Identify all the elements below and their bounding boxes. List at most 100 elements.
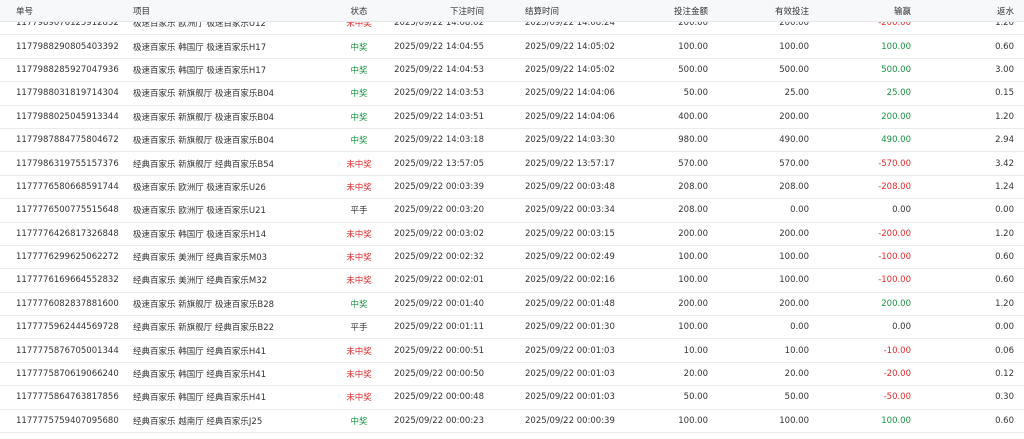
status-cell: 平手 [350, 323, 368, 334]
winloss-cell: 200.00 [881, 298, 911, 309]
table-row[interactable]: 1177776500775515648 极速百家乐 欧洲厅 极速百家乐U21 平手 2… [0, 199, 1024, 223]
winloss-cell: -570.00 [878, 158, 911, 169]
game-item-cell: 极速百家乐 韩国厅 极速百家乐H17 [133, 42, 267, 53]
winloss-cell: 25.00 [886, 88, 911, 99]
table-row[interactable]: 1177775876705001344 经典百家乐 韩国厅 经典百家乐H41 未中奖… [0, 339, 1024, 363]
winloss-cell: -100.00 [878, 252, 911, 263]
bet-amount-cell: 100.00 [678, 415, 708, 426]
table-row[interactable]: 1177988285927047936 极速百家乐 韩国厅 极速百家乐H17 中奖 2… [0, 58, 1024, 83]
settle-time-cell: 2025/09/22 00:02:16 [525, 275, 615, 286]
status-cell: 中奖 [350, 42, 368, 53]
order-id-cell: 1177775870619066240 [16, 369, 119, 380]
table-row[interactable]: 1177776580668591744 极速百家乐 欧洲厅 极速百家乐U26 未中奖… [0, 175, 1024, 200]
valid-bet-cell: 20.00 [784, 369, 809, 380]
rebate-cell: 0.06 [995, 345, 1014, 356]
table-row[interactable]: 1177986319755157376 经典百家乐 新旗舰厅 经典百家乐B54 未中… [0, 152, 1024, 176]
header-amount: 投注金额 [673, 6, 708, 17]
bet-amount-cell: 208.00 [678, 205, 708, 216]
table-row[interactable]: 1177776426817326848 极速百家乐 韩国厅 极速百家乐H14 未中奖… [0, 222, 1024, 246]
game-item-cell: 经典百家乐 美洲厅 经典百家乐M03 [133, 253, 268, 264]
status-cell: 未中奖 [346, 159, 372, 170]
table-row[interactable]: 1177776169664552832 经典百家乐 美洲厅 经典百家乐M32 未中奖… [0, 269, 1024, 293]
rebate-cell: 0.30 [995, 392, 1014, 403]
table-row[interactable]: 1177775870619066240 经典百家乐 韩国厅 经典百家乐H41 未中奖… [0, 362, 1024, 387]
table-row[interactable]: 1177988031819714304 极速百家乐 新旗舰厅 极速百家乐B04 中奖… [0, 82, 1024, 106]
game-item-cell: 极速百家乐 新旗舰厅 极速百家乐B04 [133, 136, 275, 147]
valid-bet-cell: 0.00 [790, 205, 809, 216]
bet-amount-cell: 50.00 [683, 88, 708, 99]
settle-time-cell: 2025/09/22 00:01:30 [525, 322, 615, 333]
table-row[interactable]: 1177776082837881600 极速百家乐 新旗舰厅 极速百家乐B28 中奖… [0, 292, 1024, 317]
order-id-cell: 1177776082837881600 [16, 298, 119, 309]
bet-time-cell: 2025/09/22 14:04:53 [394, 64, 484, 75]
bet-amount-cell: 50.00 [683, 392, 708, 403]
table-body[interactable]: 1177989076125912832 极速百家乐 欧洲厅 极速百家乐U12 未中奖… [0, 12, 1024, 434]
status-cell: 中奖 [350, 65, 368, 76]
bet-amount-cell: 400.00 [678, 111, 708, 122]
settle-time-cell: 2025/09/22 14:03:30 [525, 135, 615, 146]
table-row[interactable]: 1177775962444569728 经典百家乐 新旗舰厅 经典百家乐B22 平手… [0, 316, 1024, 340]
settle-time-cell: 2025/09/22 00:01:03 [525, 369, 615, 380]
bet-time-cell: 2025/09/22 14:03:18 [394, 135, 484, 146]
game-item-cell: 经典百家乐 韩国厅 经典百家乐H41 [133, 393, 267, 404]
settle-time-cell: 2025/09/22 00:00:39 [525, 415, 615, 426]
table-row[interactable]: 1177988025045913344 极速百家乐 新旗舰厅 极速百家乐B04 中奖… [0, 105, 1024, 129]
header-bet-time: 下注时间 [449, 6, 484, 17]
winloss-cell: -200.00 [878, 228, 911, 239]
status-cell: 未中奖 [346, 346, 372, 357]
status-cell: 未中奖 [346, 182, 372, 193]
valid-bet-cell: 100.00 [779, 415, 809, 426]
valid-bet-cell: 10.00 [784, 345, 809, 356]
header-valid-bet: 有效投注 [774, 6, 809, 17]
status-cell: 未中奖 [346, 229, 372, 240]
order-id-cell: 1177775759407095680 [16, 415, 119, 426]
rebate-cell: 0.60 [995, 252, 1014, 263]
bet-time-cell: 2025/09/22 00:00:51 [394, 345, 484, 356]
game-item-cell: 极速百家乐 欧洲厅 极速百家乐U21 [133, 206, 266, 217]
table-row[interactable]: 1177776299625062272 经典百家乐 美洲厅 经典百家乐M03 未中奖… [0, 245, 1024, 270]
bet-amount-cell: 20.00 [683, 369, 708, 380]
bet-time-cell: 2025/09/22 00:01:40 [394, 298, 484, 309]
bet-time-cell: 2025/09/22 00:03:02 [394, 228, 484, 239]
valid-bet-cell: 200.00 [779, 111, 809, 122]
game-item-cell: 极速百家乐 新旗舰厅 极速百家乐B04 [133, 112, 275, 123]
rebate-cell: 0.60 [995, 275, 1014, 286]
table-row[interactable]: 1177987884775804672 极速百家乐 新旗舰厅 极速百家乐B04 中奖… [0, 128, 1024, 153]
header-id: 单号 [16, 6, 34, 17]
order-id-cell: 1177776580668591744 [16, 181, 119, 192]
settle-time-cell: 2025/09/22 00:01:03 [525, 392, 615, 403]
game-item-cell: 极速百家乐 韩国厅 极速百家乐H17 [133, 65, 267, 76]
order-id-cell: 1177775864763817856 [16, 392, 119, 403]
game-item-cell: 经典百家乐 越南厅 经典百家乐J25 [133, 416, 263, 427]
settle-time-cell: 2025/09/22 14:05:02 [525, 64, 615, 75]
table-row[interactable]: 1177775864763817856 经典百家乐 韩国厅 经典百家乐H41 未中奖… [0, 386, 1024, 410]
valid-bet-cell: 100.00 [779, 41, 809, 52]
table-row[interactable]: 1177988290805403392 极速百家乐 韩国厅 极速百家乐H17 中奖 2… [0, 35, 1024, 59]
bet-amount-cell: 200.00 [678, 228, 708, 239]
order-id-cell: 1177988290805403392 [16, 41, 119, 52]
bet-time-cell: 2025/09/22 00:02:01 [394, 275, 484, 286]
rebate-cell: 2.94 [995, 135, 1014, 146]
winloss-cell: 200.00 [881, 111, 911, 122]
winloss-cell: 500.00 [881, 64, 911, 75]
table-row[interactable]: 1177775759407095680 经典百家乐 越南厅 经典百家乐J25 中奖 2… [0, 409, 1024, 434]
valid-bet-cell: 570.00 [779, 158, 809, 169]
settle-time-cell: 2025/09/22 00:01:48 [525, 298, 615, 309]
order-id-cell: 1177775876705001344 [16, 345, 119, 356]
bet-time-cell: 2025/09/22 00:02:32 [394, 252, 484, 263]
bet-time-cell: 2025/09/22 00:03:20 [394, 205, 484, 216]
winloss-cell: -100.00 [878, 275, 911, 286]
bet-records-table: 单号 项目 状态 下注时间 结算时间 投注金额 有效投注 输赢 返水 11779… [0, 0, 1024, 434]
order-id-cell: 1177988025045913344 [16, 111, 119, 122]
settle-time-cell: 2025/09/22 00:01:03 [525, 345, 615, 356]
valid-bet-cell: 500.00 [779, 64, 809, 75]
game-item-cell: 极速百家乐 韩国厅 极速百家乐H14 [133, 229, 267, 240]
order-id-cell: 1177988285927047936 [16, 64, 119, 75]
game-item-cell: 极速百家乐 新旗舰厅 极速百家乐B28 [133, 299, 275, 310]
rebate-cell: 0.15 [995, 88, 1014, 99]
status-cell: 未中奖 [346, 276, 372, 287]
status-cell: 中奖 [350, 136, 368, 147]
rebate-cell: 0.00 [995, 205, 1014, 216]
settle-time-cell: 2025/09/22 00:03:48 [525, 181, 615, 192]
winloss-cell: -208.00 [878, 181, 911, 192]
